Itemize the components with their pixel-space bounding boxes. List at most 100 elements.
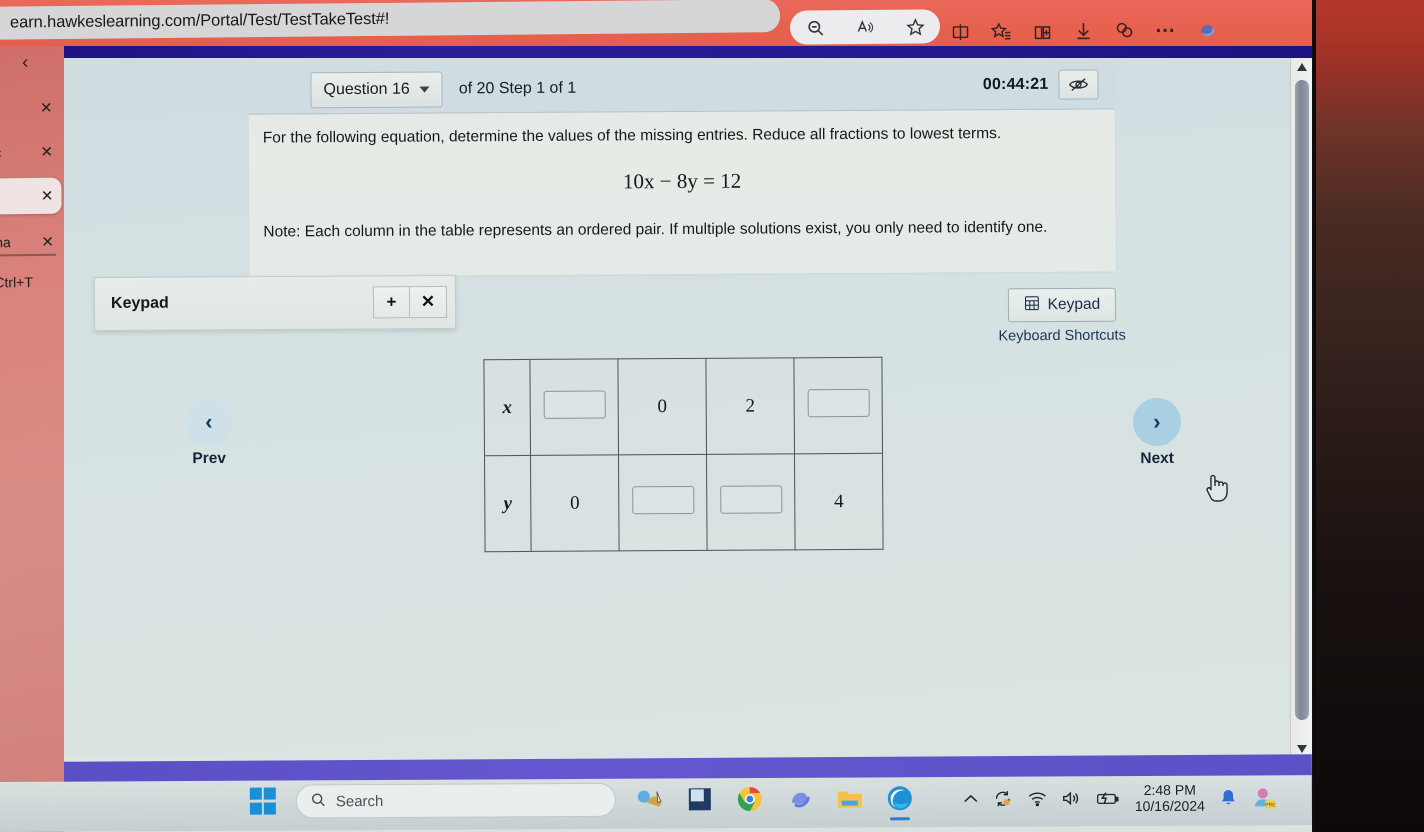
- keypad-tools: Keypad Keyboard Shortcuts: [998, 287, 1126, 344]
- chevron-right-icon: ›: [1153, 408, 1161, 435]
- scrollbar-thumb[interactable]: [1295, 80, 1309, 720]
- page-scrollbar[interactable]: [1290, 58, 1312, 758]
- split-screen-icon[interactable]: [950, 21, 971, 42]
- bell-icon[interactable]: [1220, 789, 1237, 807]
- address-bar-text: earn.hawkeslearning.com/Portal/Test/Test…: [9, 9, 390, 32]
- clock-time: 2:48 PM: [1143, 781, 1196, 799]
- page-top-band: [64, 46, 1312, 58]
- close-icon[interactable]: ✕: [41, 187, 54, 205]
- cell-x-1[interactable]: [529, 358, 619, 456]
- next-button-label: Next: [1140, 449, 1175, 468]
- question-selector-label: Question 16: [323, 80, 410, 98]
- table-row-x: x 0 2: [483, 357, 883, 456]
- row-label-x: x: [483, 359, 531, 456]
- zoom-out-icon[interactable]: [805, 18, 824, 37]
- battery-charging-icon[interactable]: [1096, 791, 1120, 806]
- question-note: Note: Each column in the table represent…: [263, 218, 1048, 241]
- vertical-tab-strip: ‹ unt ✕ /Ac ✕ 16 ✕ Wha ✕ Ctrl+T: [0, 46, 64, 832]
- taskbar-center-group: Search: [249, 781, 916, 821]
- tab-label: Wha: [0, 234, 11, 251]
- keypad-button-label: Keypad: [1047, 295, 1101, 314]
- vertical-tab-0[interactable]: unt ✕: [0, 92, 61, 125]
- cell-x-3: 2: [705, 357, 795, 455]
- copilot-icon[interactable]: [784, 783, 816, 815]
- answer-input-x1[interactable]: [543, 389, 606, 419]
- edge-icon[interactable]: [884, 782, 916, 821]
- close-icon[interactable]: ✕: [40, 99, 53, 117]
- vertical-tab-1[interactable]: /Ac ✕: [0, 136, 61, 169]
- next-button[interactable]: › Next: [1114, 397, 1200, 469]
- cell-y-4: 4: [794, 453, 884, 550]
- answer-table: x 0 2 y 0 4: [483, 357, 884, 552]
- search-placeholder: Search: [335, 792, 384, 810]
- keyboard-shortcuts-link[interactable]: Keyboard Shortcuts: [998, 328, 1125, 345]
- answer-input-x4[interactable]: [807, 388, 870, 417]
- add-tab-group-icon[interactable]: [1032, 20, 1053, 41]
- prev-button-circle: ‹: [184, 397, 234, 447]
- vertical-tab-2-active[interactable]: 16 ✕: [0, 177, 62, 215]
- read-aloud-icon[interactable]: [855, 17, 874, 36]
- keypad-button[interactable]: Keypad: [1007, 287, 1117, 323]
- question-equation: 10x − 8y = 12: [622, 168, 742, 194]
- system-tray: 2:48 PM 10/16/2024 PRE: [964, 781, 1278, 815]
- chevron-up-icon[interactable]: [964, 794, 978, 804]
- next-button-circle: ›: [1132, 397, 1182, 447]
- cell-y-1: 0: [530, 454, 620, 552]
- eye-slash-icon[interactable]: [1058, 69, 1099, 100]
- close-icon[interactable]: ✕: [40, 143, 53, 161]
- taskbar-clock[interactable]: 2:48 PM 10/16/2024: [1135, 782, 1205, 815]
- active-app-indicator: [889, 817, 910, 821]
- chevron-left-icon: ‹: [205, 408, 213, 435]
- page-content: Question 16 of 20 Step 1 of 1 00:44:21 F…: [64, 58, 1290, 758]
- keypad-panel-buttons: + ✕: [372, 285, 448, 319]
- favorites-list-icon[interactable]: [990, 21, 1012, 42]
- page-viewport: Question 16 of 20 Step 1 of 1 00:44:21 F…: [64, 46, 1312, 832]
- keypad-close-button[interactable]: ✕: [409, 285, 448, 319]
- keypad-floating-panel[interactable]: Keypad + ✕: [93, 274, 457, 332]
- cell-x-4[interactable]: [793, 357, 883, 454]
- file-explorer-icon[interactable]: [834, 782, 866, 814]
- chevron-down-icon: [419, 86, 430, 93]
- question-prompt: For the following equation, determine th…: [262, 125, 1002, 147]
- browser-toolbar: earn.hawkeslearning.com/Portal/Test/Test…: [0, 0, 1312, 52]
- answer-input-y3[interactable]: [719, 484, 782, 514]
- copilot-icon[interactable]: [1196, 18, 1219, 41]
- clock-date: 10/16/2024: [1134, 797, 1205, 815]
- cell-y-2[interactable]: [618, 454, 708, 551]
- row-label-y: y: [484, 455, 532, 552]
- prev-button-label: Prev: [192, 449, 227, 468]
- question-card: Question 16 of 20 Step 1 of 1 00:44:21 F…: [248, 61, 1116, 277]
- scroll-up-icon[interactable]: [1291, 58, 1312, 76]
- search-input[interactable]: Search: [295, 782, 616, 819]
- address-bar[interactable]: earn.hawkeslearning.com/Portal/Test/Test…: [0, 0, 781, 40]
- favorite-star-icon[interactable]: [905, 17, 925, 36]
- account-badge-icon[interactable]: PRE: [1252, 784, 1278, 810]
- windows-start-icon[interactable]: [249, 787, 278, 816]
- prev-button[interactable]: ‹ Prev: [166, 397, 252, 469]
- sync-icon[interactable]: [993, 790, 1013, 808]
- windows-taskbar: Search 2:48 PM 10/16/2024 PRE: [0, 775, 1312, 832]
- back-navigation-icon[interactable]: ‹: [22, 52, 29, 74]
- app-tile-icon[interactable]: [684, 783, 716, 815]
- cell-x-2: 0: [617, 358, 707, 455]
- chrome-icon[interactable]: [734, 783, 766, 815]
- volume-icon[interactable]: [1062, 790, 1081, 806]
- answer-input-y2[interactable]: [631, 485, 694, 514]
- question-step-text: of 20 Step 1 of 1: [458, 79, 577, 97]
- close-icon[interactable]: ✕: [41, 233, 54, 251]
- address-bar-actions: [789, 9, 941, 45]
- wifi-icon[interactable]: [1028, 791, 1047, 807]
- svg-text:PRE: PRE: [1265, 802, 1276, 808]
- browser-action-icons: ⋯: [950, 10, 1310, 49]
- tab-label: /Ac: [0, 144, 1, 160]
- downloads-icon[interactable]: [1073, 20, 1094, 41]
- keypad-add-button[interactable]: +: [372, 286, 411, 319]
- browser-essentials-icon[interactable]: [1114, 19, 1135, 40]
- weather-widget-icon[interactable]: [634, 784, 666, 816]
- cell-y-3[interactable]: [706, 453, 796, 551]
- question-selector-dropdown[interactable]: Question 16: [310, 70, 443, 108]
- keypad-panel-title: Keypad: [110, 294, 169, 313]
- question-body: For the following equation, determine th…: [249, 109, 1116, 243]
- more-options-icon[interactable]: ⋯: [1155, 17, 1176, 42]
- calculator-icon: [1024, 295, 1040, 316]
